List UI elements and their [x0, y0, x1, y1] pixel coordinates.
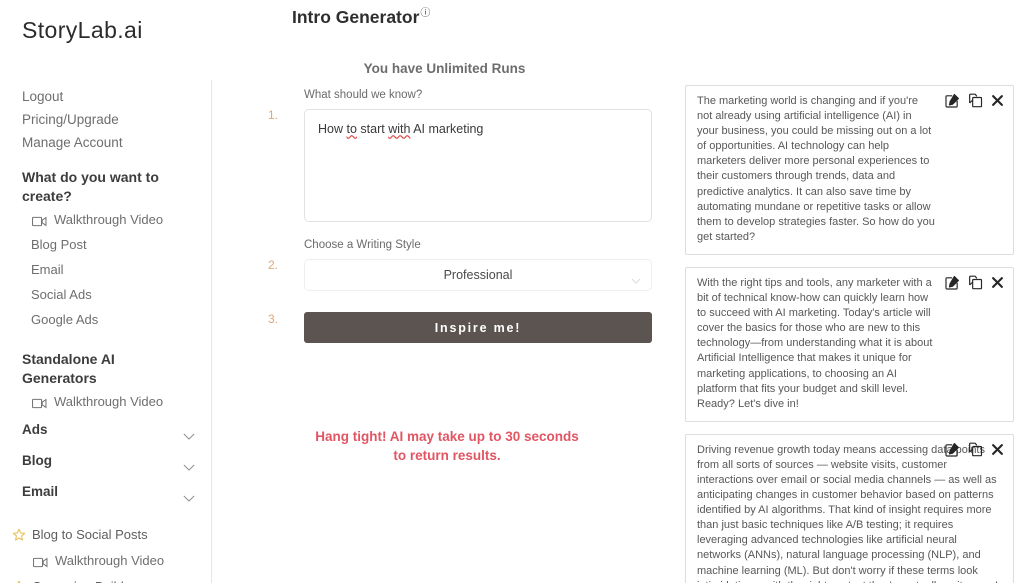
writing-style-select[interactable]: Professional [304, 259, 652, 291]
sidebar-item-walkthrough-video-create[interactable]: Walkthrough Video [0, 207, 211, 232]
result-card: The marketing world is changing and if y… [685, 85, 1014, 255]
textarea-value-misspelled-2: with [388, 122, 411, 136]
chevron-down-icon [631, 273, 641, 284]
sidebar-item-label: Email [31, 262, 64, 277]
result-card: Driving revenue growth today means acces… [685, 433, 1014, 583]
sidebar: StoryLab.ai Logout Pricing/Upgrade Manag… [0, 0, 212, 583]
video-camera-icon [32, 555, 48, 568]
video-camera-icon [31, 214, 47, 227]
sidebar-item-blog-to-social-posts[interactable]: Blog to Social Posts [0, 521, 211, 548]
result-text: The marketing world is changing and if y… [697, 95, 935, 243]
sidebar-nav: Logout Pricing/Upgrade Manage Account Wh… [0, 85, 211, 583]
close-icon[interactable] [991, 442, 1004, 457]
result-actions [945, 442, 1004, 457]
main-content: Intro Generatorⓘ You have Unlimited Runs… [212, 0, 677, 583]
chevron-down-icon [183, 427, 195, 440]
step-3-number: 3. [268, 312, 279, 326]
knowledge-textarea[interactable]: How to start with AI marketing [304, 109, 652, 222]
sidebar-item-label: Campaign Builder [32, 578, 135, 583]
brand-logo[interactable]: StoryLab.ai [22, 17, 143, 44]
result-text: Driving revenue growth today means acces… [697, 443, 998, 583]
result-actions [945, 275, 1004, 290]
sidebar-accordion-label: Email [22, 484, 59, 499]
close-icon[interactable] [991, 275, 1004, 290]
sidebar-accordion-ads[interactable]: Ads [0, 414, 211, 445]
textarea-value-mid: start [356, 122, 389, 136]
sidebar-item-pricing-upgrade[interactable]: Pricing/Upgrade [0, 108, 211, 131]
sidebar-item-google-ads[interactable]: Google Ads [0, 307, 211, 332]
sidebar-item-label: Walkthrough Video [55, 553, 165, 568]
textarea-value-post: AI marketing [410, 122, 484, 136]
star-icon [12, 580, 26, 583]
result-card: With the right tips and tools, any marke… [685, 266, 1014, 422]
sidebar-accordion-blog[interactable]: Blog [0, 445, 211, 476]
processing-notice: Hang tight! AI may take up to 30 seconds… [282, 427, 612, 465]
step-1-number: 1. [268, 108, 279, 122]
sidebar-item-blog-post[interactable]: Blog Post [0, 232, 211, 257]
app-root: StoryLab.ai Logout Pricing/Upgrade Manag… [0, 0, 1024, 583]
sidebar-heading-create: What do you want to create? [22, 169, 159, 204]
edit-icon[interactable] [945, 275, 960, 290]
step-1-label: What should we know? [304, 89, 423, 101]
chevron-down-icon [183, 489, 195, 502]
results-panel: The marketing world is changing and if y… [685, 85, 1014, 583]
sidebar-accordion-email[interactable]: Email [0, 476, 211, 507]
result-actions [945, 93, 1004, 108]
sidebar-accordion-label: Ads [22, 422, 48, 437]
copy-icon[interactable] [968, 275, 983, 290]
copy-icon[interactable] [968, 93, 983, 108]
sidebar-item-walkthrough-video-blog-social[interactable]: Walkthrough Video [0, 548, 211, 573]
sidebar-item-label: Blog to Social Posts [32, 527, 148, 542]
sidebar-item-label: Social Ads [31, 287, 92, 302]
sidebar-item-manage-account[interactable]: Manage Account [0, 131, 211, 154]
star-icon [12, 528, 26, 542]
copy-icon[interactable] [968, 442, 983, 457]
edit-icon[interactable] [945, 442, 960, 457]
textarea-value-misspelled-1: to [346, 122, 357, 136]
processing-notice-line-2: to return results. [393, 448, 501, 463]
sidebar-heading-standalone-generators: Standalone AI Generators [22, 351, 115, 386]
sidebar-item-campaign-builder[interactable]: Campaign Builder [0, 573, 211, 583]
processing-notice-line-1: Hang tight! AI may take up to 30 seconds [315, 429, 579, 444]
chevron-down-icon [183, 458, 195, 471]
sidebar-item-label: Walkthrough Video [54, 394, 164, 409]
sidebar-item-label: Blog Post [31, 237, 87, 252]
step-2-label: Choose a Writing Style [304, 239, 421, 251]
sidebar-item-email[interactable]: Email [0, 257, 211, 282]
edit-icon[interactable] [945, 93, 960, 108]
step-2-number: 2. [268, 258, 279, 272]
writing-style-selected-value: Professional [443, 268, 513, 282]
sidebar-item-label: Google Ads [31, 312, 99, 327]
page-title-text: Intro Generator [292, 6, 420, 27]
page-title: Intro Generatorⓘ [292, 4, 430, 28]
inspire-me-button[interactable]: Inspire me! [304, 312, 652, 343]
sidebar-item-label: Walkthrough Video [54, 212, 164, 227]
textarea-value-pre: How [318, 122, 347, 136]
result-text: With the right tips and tools, any marke… [697, 276, 933, 410]
sidebar-accordion-label: Blog [22, 453, 52, 468]
runs-status: You have Unlimited Runs [363, 61, 526, 76]
close-icon[interactable] [991, 93, 1004, 108]
info-circle-icon[interactable]: ⓘ [420, 4, 430, 19]
video-camera-icon [31, 396, 47, 409]
sidebar-item-social-ads[interactable]: Social Ads [0, 282, 211, 307]
sidebar-item-logout[interactable]: Logout [0, 85, 211, 108]
sidebar-item-walkthrough-video-standalone[interactable]: Walkthrough Video [0, 389, 211, 414]
